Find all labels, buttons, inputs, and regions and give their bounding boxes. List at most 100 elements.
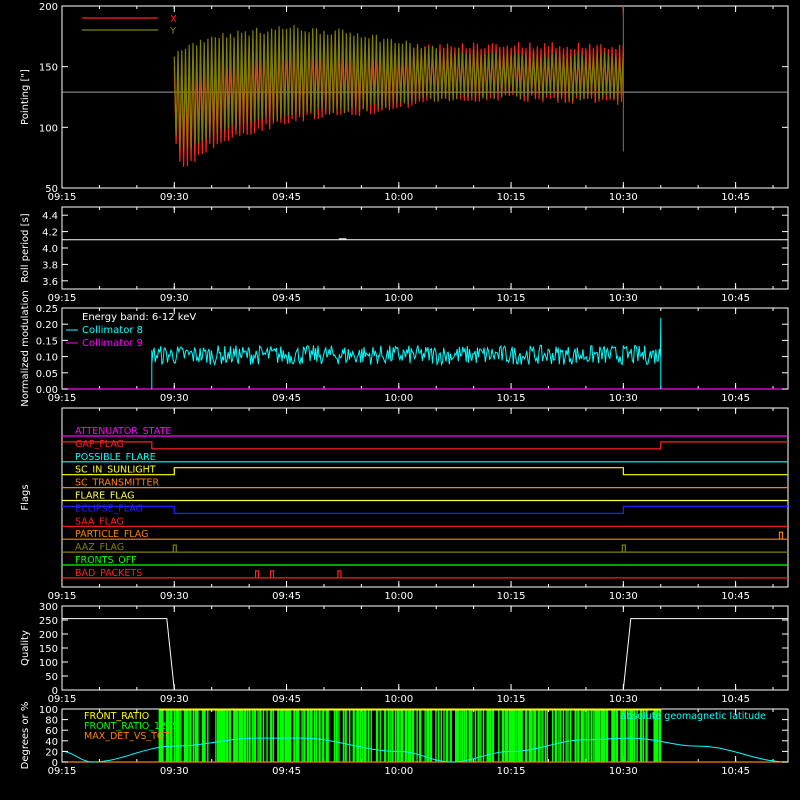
legend-label: X: [170, 14, 177, 25]
x-tick-label: 10:15: [497, 293, 526, 304]
x-tick-label: 10:15: [497, 766, 526, 777]
y-tick-label: 200: [39, 2, 58, 13]
quality-line: [62, 618, 788, 691]
flag-spike: [337, 570, 342, 578]
panel-frame: [61, 206, 789, 290]
x-tick-label: 10:00: [384, 393, 413, 404]
flag-spike: [269, 570, 275, 578]
x-tick-label: 09:15: [48, 293, 77, 304]
flag-label: SAA_FLAG: [75, 516, 124, 527]
y-tick-label: 150: [39, 63, 58, 74]
x-tick-label: 10:30: [609, 293, 638, 304]
x-tick-label: 10:45: [721, 694, 750, 705]
x-tick-label: 10:00: [384, 694, 413, 705]
legend-label: MAX_DET_VS_TOT: [84, 731, 170, 742]
flag-spike: [621, 544, 626, 553]
panel-2: 09:15 09:30 09:45 10:00 10:15 10:30 10:45 Roll …: [20, 206, 789, 304]
flag-spike: [778, 531, 784, 540]
y-tick-label: 0.00: [36, 385, 58, 396]
y-tick-label: 0: [52, 758, 58, 769]
flag-line: [62, 505, 788, 514]
y-tick-label: 20: [45, 747, 58, 758]
y-tick-label: 3.8: [42, 260, 58, 271]
y-tick-label: 200: [39, 630, 58, 641]
flag-label: AAZ_FLAG: [75, 542, 124, 553]
x-tick-label: 10:00: [384, 591, 413, 602]
panel-1: 09:15 09:30 09:45 10:00 10:15 10:30 10:45Point…: [20, 2, 789, 203]
y-axis-label: Flags: [20, 484, 31, 510]
x-tick-label: 10:30: [609, 192, 638, 203]
x-tick-label: 09:45: [272, 694, 301, 705]
y-tick-label: 4.0: [42, 244, 58, 255]
x-tick-label: 10:45: [721, 591, 750, 602]
y-tick-label: 0: [52, 686, 58, 697]
x-tick-label: 10:30: [609, 694, 638, 705]
x-tick-label: 09:30: [160, 591, 189, 602]
x-tick-label: 10:45: [721, 766, 750, 777]
x-tick-label: 09:30: [160, 192, 189, 203]
collimator-8-line: [151, 317, 662, 389]
y-tick-label: 0.25: [36, 304, 58, 315]
flag-label: ECLIPSE_FLAG: [75, 503, 143, 514]
y-tick-label: 40: [45, 737, 58, 748]
y-tick-label: 100: [39, 123, 58, 134]
energy-band-annotation: Energy band: 6-12 keV: [82, 312, 196, 323]
x-tick-label: 09:45: [272, 766, 301, 777]
x-tick-label: 10:30: [609, 766, 638, 777]
flag-label: BAD_PACKETS: [75, 568, 142, 579]
y-tick-label: 50: [45, 184, 58, 195]
flag-label: FLARE_FLAG: [75, 491, 135, 502]
flag-line: [62, 467, 788, 476]
y-tick-label: 300: [39, 602, 58, 613]
y-axis-label: Normalized modulation: [20, 290, 31, 407]
y-tick-label: 4.4: [42, 211, 58, 222]
y-axis-label: Roll period [s]: [20, 213, 31, 282]
x-tick-label: 09:45: [272, 393, 301, 404]
x-tick-label: 10:15: [497, 591, 526, 602]
series-y: [173, 25, 624, 152]
x-tick-label: 09:45: [272, 293, 301, 304]
x-tick-label: 10:15: [497, 192, 526, 203]
y-tick-label: 0.20: [36, 320, 58, 331]
legend-label: absolute geomagnetic latitude: [620, 711, 766, 722]
panel-5: 09:15 09:30 09:45 10:00 10:15 10:30 10:45Quali…: [20, 602, 789, 705]
x-tick-label: 09:30: [160, 393, 189, 404]
flag-label: SC_IN_SUNLIGHT: [75, 465, 156, 476]
x-tick-label: 09:45: [272, 192, 301, 203]
flag-line: [62, 441, 788, 450]
x-tick-label: 10:45: [721, 393, 750, 404]
flag-label: ATTENUATOR_STATE: [75, 426, 171, 437]
x-tick-label: 10:30: [609, 393, 638, 404]
y-tick-label: 3.6: [42, 277, 58, 288]
y-tick-label: 80: [45, 716, 58, 727]
x-tick-label: 10:30: [609, 591, 638, 602]
flag-label: SC_TRANSMITTER: [75, 478, 160, 489]
y-tick-label: 4.2: [42, 228, 58, 239]
x-tick-label: 09:30: [160, 766, 189, 777]
x-tick-label: 10:00: [384, 192, 413, 203]
flag-spike: [254, 570, 260, 578]
panel-4: 09:15 09:30 09:45 10:00 10:15 10:30 10:45 Flags…: [20, 407, 789, 602]
flag-label: FRONTS_OFF: [75, 555, 137, 566]
panel-3: 09:15 09:30 09:45 10:00 10:15 10:30 10:45 Norma…: [20, 290, 789, 407]
y-tick-label: 0.15: [36, 336, 58, 347]
y-tick-label: 50: [45, 672, 58, 683]
lightcurve-figure: 09:15 09:30 09:45 10:00 10:15 10:30 10:45 Point…: [20, 2, 789, 777]
x-tick-label: 10:45: [721, 293, 750, 304]
y-axis-label: Pointing ["]: [20, 69, 31, 125]
y-tick-label: 250: [39, 616, 58, 627]
x-tick-label: 10:15: [497, 694, 526, 705]
flag-spike: [172, 544, 177, 553]
flag-label: GAP_FLAG: [75, 439, 124, 450]
flag-label: POSSIBLE_FLARE: [75, 452, 156, 463]
x-tick-label: 10:45: [721, 192, 750, 203]
x-tick-label: 09:15: [48, 591, 77, 602]
flag-label: PARTICLE_FLAG: [75, 529, 148, 540]
x-tick-label: 10:00: [384, 766, 413, 777]
legend-label: Collimator 9: [82, 338, 143, 349]
y-tick-label: 0.05: [36, 369, 58, 380]
y-axis-label: Degrees or %: [20, 702, 31, 770]
x-tick-label: 09:30: [160, 694, 189, 705]
x-tick-label: 10:00: [384, 293, 413, 304]
y-tick-label: 100: [39, 658, 58, 669]
